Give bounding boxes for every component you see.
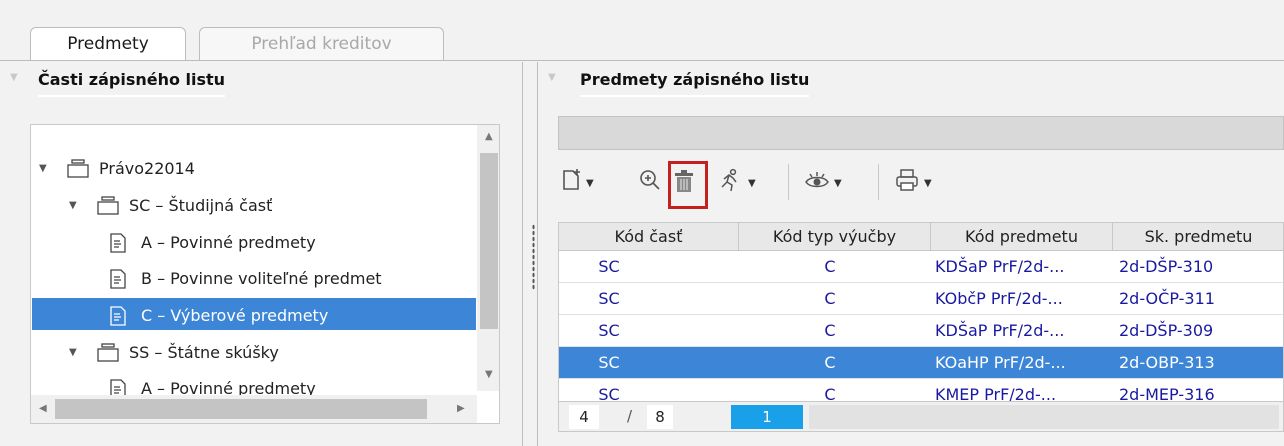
tree-node[interactable]: ▼ SC – Študijná časť [31,190,477,222]
tree-node-label: B – Povinne voliteľné predmet [141,269,382,288]
pager-separator: / [627,407,633,425]
table-cell: 2d-DŠP-309 [1119,321,1214,340]
table-cell: SC [598,257,620,276]
tree-node[interactable]: C – Výberové predmety [31,300,477,332]
total-records: 8 [647,405,673,429]
table-cell: 2d-OČP-311 [1119,289,1215,308]
table-row[interactable]: SC C KDŠaP PrF/2d-... 2d-DŠP-310 [559,251,1283,283]
column-header-kod-typ-vyucby[interactable]: Kód typ výučby [739,223,931,251]
tree-node[interactable]: B – Povinne voliteľné predmet [31,263,477,295]
scroll-right-arrow-icon[interactable]: ▶ [457,403,465,414]
eye-icon[interactable] [804,168,830,198]
folder-stack-icon [67,159,89,179]
page-1-button[interactable]: 1 [731,405,803,429]
table-row[interactable]: SC C KOaHP PrF/2d-... 2d-OBP-313 [559,347,1283,379]
tree-node[interactable]: ▼ SS – Štátne skúšky [31,337,477,369]
table-cell: KOaHP PrF/2d-... [935,353,1066,372]
tree-node-label: SS – Štátne skúšky [129,343,279,362]
left-panel-title: Časti zápisného listu [38,70,226,97]
document-icon [109,306,127,326]
print-icon[interactable] [894,168,920,198]
tree-vertical-scroll-thumb[interactable] [480,153,498,329]
scroll-left-arrow-icon[interactable]: ◀ [39,403,47,414]
document-icon [109,233,127,253]
pager-track [809,405,1279,429]
subjects-table[interactable]: Kód časť Kód typ výučby Kód predmetu Sk.… [558,222,1284,432]
tree-node-label: SC – Študijná časť [129,196,273,215]
tab-predmety[interactable]: Predmety [30,27,186,61]
panel-splitter[interactable] [522,62,538,446]
table-cell: SC [598,289,620,308]
tab-divider [0,60,1284,61]
table-cell: SC [598,353,620,372]
run-dropdown-caret-icon[interactable]: ▼ [748,178,756,189]
scroll-down-arrow-icon[interactable]: ▼ [485,369,493,380]
scroll-up-arrow-icon[interactable]: ▲ [485,131,493,142]
tree-node-label: Právo22014 [99,159,195,178]
filter-bar [558,116,1284,150]
table-cell: KObčP PrF/2d-... [935,289,1063,308]
table-row[interactable]: SC C KDŠaP PrF/2d-... 2d-DŠP-309 [559,315,1283,347]
pager: 4 / 8 1 [559,401,1283,431]
table-cell: C [824,257,836,276]
current-record: 4 [569,405,599,429]
column-header-kod-predmetu[interactable]: Kód predmetu [931,223,1113,251]
expand-arrow-icon[interactable]: ▼ [69,190,77,222]
add-dropdown-caret-icon[interactable]: ▼ [586,178,594,189]
expand-arrow-icon[interactable]: ▼ [39,153,47,185]
splitter-grip[interactable] [532,224,535,290]
tree-view[interactable]: ▼ Právo22014 ▼ SC – Študijná časť A – Povinn… [30,124,500,424]
delete-highlight-frame [668,161,708,209]
expand-arrow-icon[interactable]: ▼ [69,337,77,369]
right-panel-title: Predmety zápisného listu [580,70,810,97]
folder-stack-icon [97,196,119,216]
toolbar-separator [878,164,879,200]
collapse-left-panel-icon[interactable]: ▼ [10,72,18,83]
table-cell: C [824,353,836,372]
tree-vertical-scrollbar[interactable]: ▲ ▼ [477,125,499,391]
tree-node[interactable]: A – Povinné predmety [31,227,477,259]
table-cell: KDŠaP PrF/2d-... [935,257,1065,276]
tree-node-label: A – Povinné predmety [141,233,316,252]
folder-stack-icon [97,343,119,363]
collapse-right-panel-icon[interactable]: ▼ [548,72,556,83]
column-header-sk-predmetu[interactable]: Sk. predmetu [1113,223,1283,251]
add-document-icon[interactable] [560,168,584,198]
table-cell: SC [598,321,620,340]
toolbar-separator [788,164,789,200]
table-cell: 2d-OBP-313 [1119,353,1215,372]
document-icon [109,269,127,289]
print-dropdown-caret-icon[interactable]: ▼ [924,178,932,189]
table-cell: KDŠaP PrF/2d-... [935,321,1065,340]
tab-prehlad-kreditov[interactable]: Prehľad kreditov [199,27,444,61]
tree-horizontal-scrollbar[interactable]: ◀ ▶ [31,395,477,423]
table-cell: 2d-DŠP-310 [1119,257,1214,276]
view-dropdown-caret-icon[interactable]: ▼ [834,178,842,189]
tree-node[interactable]: ▼ Právo22014 [31,153,477,185]
tree-node-label: C – Výberové predmety [141,306,329,325]
column-header-kod-cast[interactable]: Kód časť [559,223,739,251]
tree-horizontal-scroll-thumb[interactable] [55,399,427,419]
table-cell: C [824,289,836,308]
zoom-in-icon[interactable] [638,168,662,198]
run-icon[interactable] [718,168,742,198]
table-row[interactable]: SC C KObčP PrF/2d-... 2d-OČP-311 [559,283,1283,315]
table-cell: C [824,321,836,340]
